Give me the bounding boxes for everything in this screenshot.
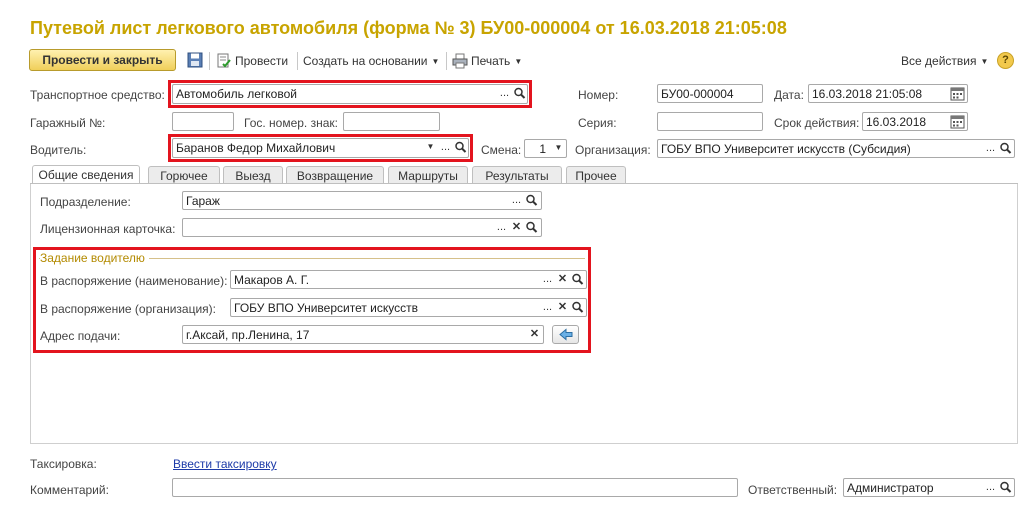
disposal-name-field[interactable]: Макаров А. Г. bbox=[230, 270, 587, 289]
print-label: Печать bbox=[471, 54, 511, 68]
driver-label: Водитель: bbox=[30, 143, 87, 157]
document-title: Путевой лист легкового автомобиля (форма… bbox=[30, 18, 787, 38]
number-field[interactable]: БУ00-000004 bbox=[657, 84, 763, 103]
driver-task-title: Задание водителю bbox=[40, 251, 149, 265]
date-value: 16.03.2018 21:05:08 bbox=[812, 87, 923, 101]
driver-select-button[interactable]: ... bbox=[438, 139, 453, 156]
responsible-label: Ответственный: bbox=[748, 483, 838, 497]
create-based-on-menu[interactable]: Создать на основании ▼ bbox=[303, 51, 439, 71]
responsible-select-button[interactable]: ... bbox=[983, 479, 998, 496]
calendar-icon[interactable] bbox=[950, 86, 965, 101]
all-actions-label: Все действия bbox=[901, 54, 977, 68]
post-button[interactable]: Провести bbox=[217, 51, 288, 71]
print-menu[interactable]: Печать ▼ bbox=[452, 51, 522, 71]
organization-value: ГОБУ ВПО Университет искусств (Субсидия) bbox=[661, 142, 911, 156]
post-and-close-button[interactable]: Провести и закрыть bbox=[29, 49, 176, 71]
search-icon[interactable] bbox=[998, 140, 1013, 157]
tab-departure[interactable]: Выезд bbox=[223, 166, 283, 184]
close-icon[interactable]: ✕ bbox=[555, 299, 570, 316]
date-label: Дата: bbox=[774, 88, 804, 102]
division-select-button[interactable]: ... bbox=[509, 192, 524, 209]
date-field[interactable]: 16.03.2018 21:05:08 bbox=[808, 84, 968, 103]
post-document-icon bbox=[217, 53, 231, 69]
search-icon[interactable] bbox=[570, 299, 585, 316]
division-value: Гараж bbox=[186, 194, 220, 208]
vehicle-select-button[interactable]: ... bbox=[497, 85, 512, 102]
close-icon[interactable]: ✕ bbox=[555, 271, 570, 288]
search-icon[interactable] bbox=[453, 139, 468, 156]
disposal-org-label: В распоряжение (организация): bbox=[40, 302, 216, 316]
validity-value: 16.03.2018 bbox=[866, 115, 927, 129]
driver-value: Баранов Федор Михайлович bbox=[176, 141, 336, 155]
comment-field[interactable] bbox=[172, 478, 738, 497]
save-icon[interactable] bbox=[187, 52, 203, 68]
tab-return[interactable]: Возвращение bbox=[286, 166, 384, 184]
organization-label: Организация: bbox=[575, 143, 651, 157]
search-icon[interactable] bbox=[570, 271, 585, 288]
all-actions-menu[interactable]: Все действия ▼ bbox=[901, 51, 988, 71]
close-icon[interactable]: ✕ bbox=[527, 326, 542, 343]
series-label: Серия: bbox=[578, 116, 617, 130]
series-field[interactable] bbox=[657, 112, 763, 131]
printer-icon bbox=[452, 53, 468, 69]
chevron-down-icon: ▼ bbox=[980, 56, 989, 66]
tab-routes[interactable]: Маршруты bbox=[388, 166, 468, 184]
search-icon[interactable] bbox=[998, 479, 1013, 496]
plate-field[interactable] bbox=[343, 112, 440, 131]
search-icon[interactable] bbox=[512, 85, 527, 102]
map-arrow-icon bbox=[558, 328, 574, 341]
plate-label: Гос. номер. знак: bbox=[244, 116, 338, 130]
address-field[interactable]: г.Аксай, пр.Ленина, 17 bbox=[182, 325, 544, 344]
number-label: Номер: bbox=[578, 88, 619, 102]
toolbar-separator bbox=[446, 52, 447, 70]
chevron-down-icon[interactable]: ▼ bbox=[423, 139, 438, 156]
garage-label: Гаражный №: bbox=[30, 116, 106, 130]
tab-other[interactable]: Прочее bbox=[566, 166, 626, 184]
chevron-down-icon: ▼ bbox=[514, 56, 523, 66]
vehicle-field[interactable]: Автомобиль легковой bbox=[172, 84, 528, 104]
search-icon[interactable] bbox=[524, 192, 539, 209]
tab-general[interactable]: Общие сведения bbox=[32, 165, 140, 184]
search-icon[interactable] bbox=[524, 219, 539, 236]
license-select-button[interactable]: ... bbox=[494, 219, 509, 236]
calendar-icon[interactable] bbox=[950, 114, 965, 129]
disposal-name-value: Макаров А. Г. bbox=[234, 273, 310, 287]
division-label: Подразделение: bbox=[40, 195, 131, 209]
close-icon[interactable]: ✕ bbox=[509, 219, 524, 236]
shift-label: Смена: bbox=[481, 143, 522, 157]
validity-label: Срок действия: bbox=[774, 116, 860, 130]
chevron-down-icon: ▼ bbox=[431, 56, 440, 66]
division-field[interactable]: Гараж bbox=[182, 191, 542, 210]
toolbar-separator bbox=[297, 52, 298, 70]
disposal-name-label: В распоряжение (наименование): bbox=[40, 274, 228, 288]
help-button[interactable]: ? bbox=[997, 52, 1014, 69]
map-button[interactable] bbox=[552, 325, 579, 344]
tab-fuel[interactable]: Горючее bbox=[148, 166, 220, 184]
garage-field[interactable] bbox=[172, 112, 234, 131]
address-label: Адрес подачи: bbox=[40, 329, 121, 343]
address-value: г.Аксай, пр.Ленина, 17 bbox=[186, 328, 310, 342]
comment-label: Комментарий: bbox=[30, 483, 109, 497]
organization-select-button[interactable]: ... bbox=[983, 140, 998, 157]
responsible-value: Администратор bbox=[847, 481, 934, 495]
disposal-org-select-button[interactable]: ... bbox=[540, 299, 555, 316]
taxation-label: Таксировка: bbox=[30, 457, 97, 471]
create-based-on-label: Создать на основании bbox=[303, 54, 428, 68]
post-button-label: Провести bbox=[235, 54, 289, 68]
chevron-down-icon[interactable]: ▼ bbox=[551, 140, 566, 157]
toolbar-separator bbox=[209, 52, 210, 70]
disposal-org-field[interactable]: ГОБУ ВПО Университет искусств bbox=[230, 298, 587, 317]
tab-results[interactable]: Результаты bbox=[472, 166, 562, 184]
organization-field[interactable]: ГОБУ ВПО Университет искусств (Субсидия) bbox=[657, 139, 1015, 158]
license-field[interactable] bbox=[182, 218, 542, 237]
disposal-name-select-button[interactable]: ... bbox=[540, 271, 555, 288]
license-label: Лицензионная карточка: bbox=[40, 222, 176, 236]
vehicle-label: Транспортное средство: bbox=[30, 88, 165, 102]
vehicle-value: Автомобиль легковой bbox=[176, 87, 297, 101]
disposal-org-value: ГОБУ ВПО Университет искусств bbox=[234, 301, 419, 315]
enter-taxation-link[interactable]: Ввести таксировку bbox=[173, 457, 277, 471]
